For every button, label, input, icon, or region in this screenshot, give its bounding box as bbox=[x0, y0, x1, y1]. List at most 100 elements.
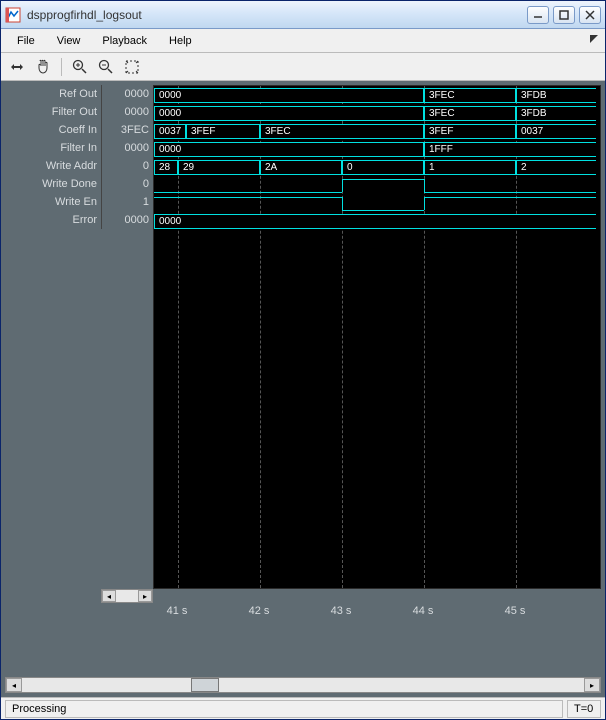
bus-segment: 0000 bbox=[154, 214, 596, 229]
time-ticks: 41 s42 s43 s44 s45 s bbox=[153, 603, 601, 623]
signal-band: 00001FFF bbox=[154, 142, 600, 158]
close-button[interactable] bbox=[579, 6, 601, 24]
menubar-overflow-icon[interactable] bbox=[589, 34, 599, 47]
pan-horizontal-button[interactable] bbox=[5, 56, 29, 78]
mini-scrollbar[interactable]: ◂ ▸ bbox=[101, 589, 153, 603]
waveform-top: Ref OutFilter OutCoeff InFilter InWrite … bbox=[5, 85, 601, 589]
signal-band: 00003FEC3FDB bbox=[154, 88, 600, 104]
signal-name[interactable]: Coeff In bbox=[5, 121, 101, 139]
bus-segment: 0000 bbox=[154, 106, 424, 121]
menu-view[interactable]: View bbox=[47, 32, 91, 50]
window-title: dspprogfirhdl_logsout bbox=[27, 8, 527, 22]
signal-name[interactable]: Filter In bbox=[5, 139, 101, 157]
zoom-fit-button[interactable] bbox=[120, 56, 144, 78]
logic-segment bbox=[424, 192, 596, 193]
signal-name[interactable]: Write Done bbox=[5, 175, 101, 193]
bus-segment: 3FEF bbox=[424, 124, 516, 139]
signal-band: 0000 bbox=[154, 214, 600, 230]
menu-help[interactable]: Help bbox=[159, 32, 202, 50]
bus-segment: 3FEC bbox=[424, 88, 516, 103]
scrollbar-thumb[interactable] bbox=[191, 678, 219, 692]
app-icon bbox=[5, 7, 21, 23]
time-tick-label: 45 s bbox=[505, 605, 526, 617]
bus-segment: 3FEC bbox=[260, 124, 424, 139]
signal-name[interactable]: Error bbox=[5, 211, 101, 229]
bus-segment: 2A bbox=[260, 160, 342, 175]
signal-name[interactable]: Ref Out bbox=[5, 85, 101, 103]
menu-playback[interactable]: Playback bbox=[92, 32, 157, 50]
status-time: T=0 bbox=[567, 700, 601, 718]
scrollbar-track[interactable] bbox=[22, 678, 584, 692]
bus-segment: 0000 bbox=[154, 142, 424, 157]
spacer bbox=[5, 589, 101, 603]
value-column-scrollbar: ◂ ▸ bbox=[5, 589, 601, 603]
waveform-area: Ref OutFilter OutCoeff InFilter InWrite … bbox=[5, 85, 601, 629]
signal-band: 28292A012 bbox=[154, 160, 600, 176]
logic-segment bbox=[342, 179, 424, 180]
toolbar-separator bbox=[61, 58, 62, 76]
zoom-out-button[interactable] bbox=[94, 56, 118, 78]
signal-value: 0000 bbox=[101, 211, 153, 229]
status-left: Processing bbox=[5, 700, 563, 718]
time-tick-label: 43 s bbox=[331, 605, 352, 617]
maximize-button[interactable] bbox=[553, 6, 575, 24]
spacer bbox=[5, 603, 153, 623]
zoom-in-button[interactable] bbox=[68, 56, 92, 78]
signal-name[interactable]: Write Addr bbox=[5, 157, 101, 175]
bus-segment: 1 bbox=[424, 160, 516, 175]
titlebar: dspprogfirhdl_logsout bbox=[1, 1, 605, 29]
signal-band bbox=[154, 178, 600, 194]
logic-edge bbox=[342, 179, 343, 192]
signal-names-column: Ref OutFilter OutCoeff InFilter InWrite … bbox=[5, 85, 101, 589]
signal-value: 3FEC bbox=[101, 121, 153, 139]
signal-value: 0 bbox=[101, 175, 153, 193]
logic-segment bbox=[342, 210, 424, 211]
signal-name[interactable]: Filter Out bbox=[5, 103, 101, 121]
signal-values-column: 000000003FEC00000010000 bbox=[101, 85, 153, 589]
pan-button[interactable] bbox=[31, 56, 55, 78]
spacer bbox=[5, 633, 601, 673]
time-tick-label: 41 s bbox=[167, 605, 188, 617]
logic-segment bbox=[154, 197, 342, 198]
scroll-right-icon[interactable]: ▸ bbox=[584, 678, 600, 692]
bus-segment: 1FFF bbox=[424, 142, 596, 157]
bus-segment: 28 bbox=[154, 160, 178, 175]
logic-edge bbox=[342, 197, 343, 210]
bus-segment: 3FDB bbox=[516, 106, 596, 121]
signal-band: 00373FEF3FEC3FEF0037 bbox=[154, 124, 600, 140]
time-tick-label: 44 s bbox=[413, 605, 434, 617]
content-area: Ref OutFilter OutCoeff InFilter InWrite … bbox=[1, 81, 605, 697]
bus-segment: 3FDB bbox=[516, 88, 596, 103]
signal-value: 0000 bbox=[101, 103, 153, 121]
logic-edge bbox=[424, 179, 425, 192]
app-window: dspprogfirhdl_logsout File View Playback… bbox=[0, 0, 606, 720]
time-ruler: 41 s42 s43 s44 s45 s bbox=[5, 603, 601, 623]
bus-segment: 0 bbox=[342, 160, 424, 175]
bus-segment: 29 bbox=[178, 160, 260, 175]
minimize-button[interactable] bbox=[527, 6, 549, 24]
statusbar: Processing T=0 bbox=[1, 697, 605, 719]
logic-segment bbox=[154, 192, 342, 193]
scroll-right-icon[interactable]: ▸ bbox=[138, 590, 152, 602]
scroll-left-icon[interactable]: ◂ bbox=[102, 590, 116, 602]
main-horizontal-scrollbar[interactable]: ◂ ▸ bbox=[5, 677, 601, 693]
signal-band bbox=[154, 196, 600, 212]
logic-edge bbox=[424, 197, 425, 210]
menubar: File View Playback Help bbox=[1, 29, 605, 53]
signal-value: 0000 bbox=[101, 85, 153, 103]
bus-segment: 0000 bbox=[154, 88, 424, 103]
signal-band: 00003FEC3FDB bbox=[154, 106, 600, 122]
window-controls bbox=[527, 6, 601, 24]
bus-segment: 0037 bbox=[516, 124, 596, 139]
logic-segment bbox=[424, 197, 596, 198]
menu-file[interactable]: File bbox=[7, 32, 45, 50]
toolbar bbox=[1, 53, 605, 81]
scroll-left-icon[interactable]: ◂ bbox=[6, 678, 22, 692]
signal-name[interactable]: Write En bbox=[5, 193, 101, 211]
bus-segment: 3FEF bbox=[186, 124, 260, 139]
signal-value: 0000 bbox=[101, 139, 153, 157]
bus-segment: 0037 bbox=[154, 124, 186, 139]
spacer bbox=[153, 589, 601, 603]
waveform-canvas[interactable]: 00003FEC3FDB00003FEC3FDB00373FEF3FEC3FEF… bbox=[153, 85, 601, 589]
bus-segment: 2 bbox=[516, 160, 596, 175]
